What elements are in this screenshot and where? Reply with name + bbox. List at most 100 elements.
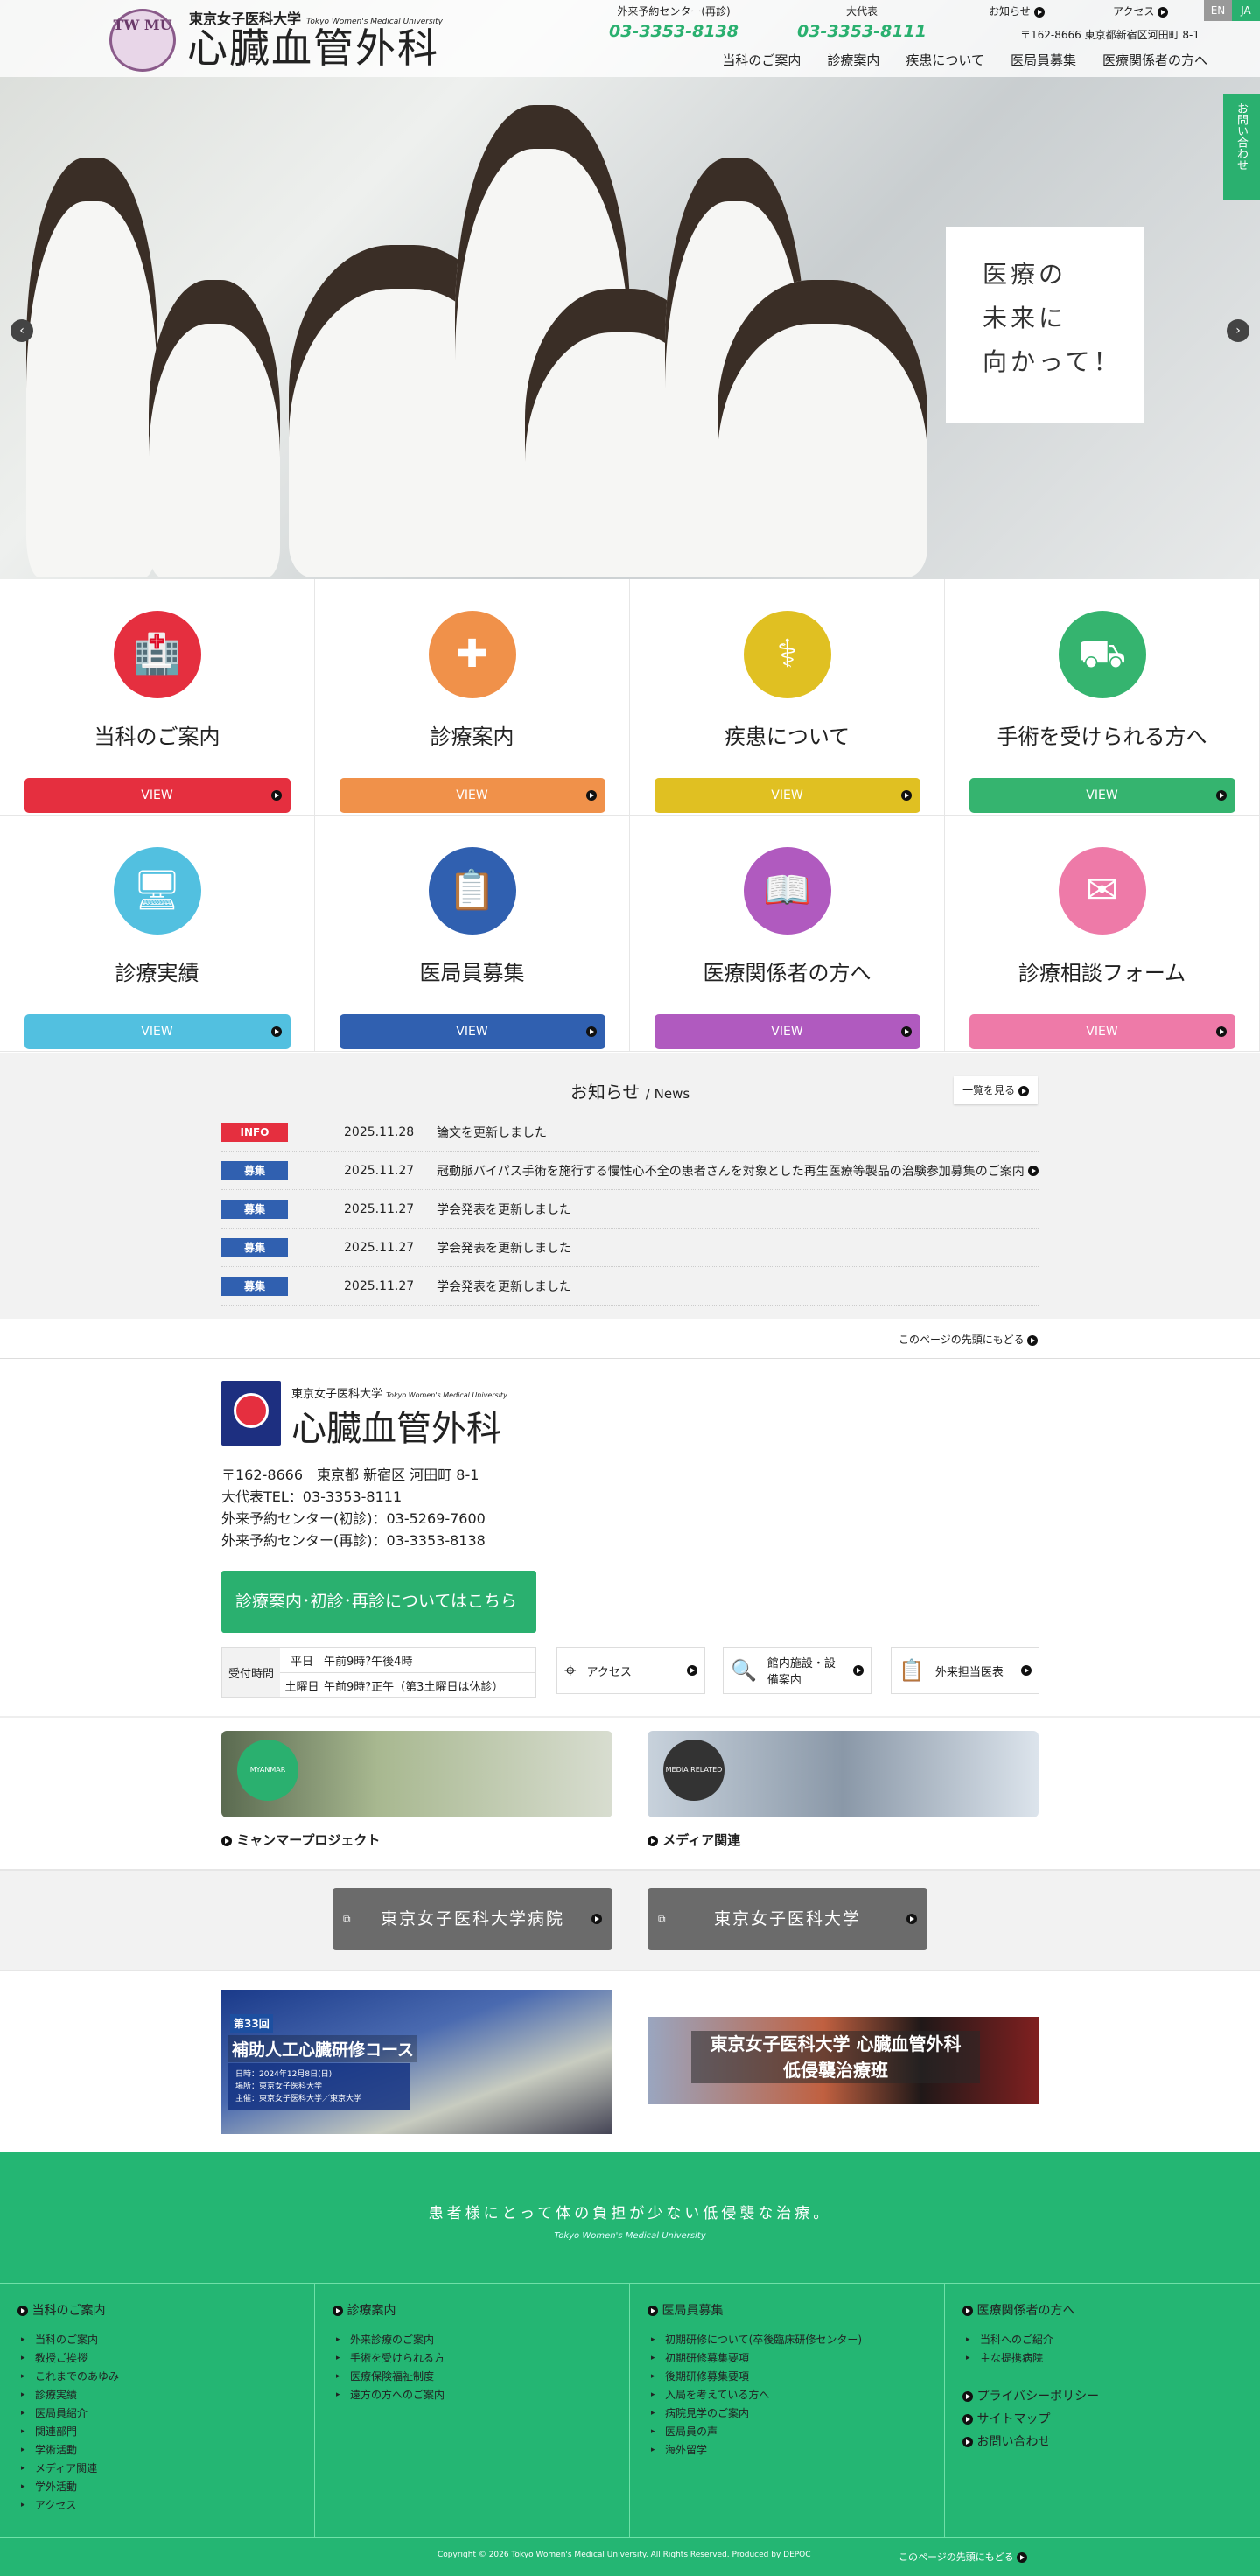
footer-link[interactable]: 学術活動 [18,2441,314,2460]
footer-column: 診療案内外来診療のご案内手術を受けられる方医療保険福祉制度遠方の方へのご案内 [315,2284,630,2538]
header-access-link[interactable]: アクセス [1113,4,1169,18]
nav-item[interactable]: 医療関係者の方へ [1102,51,1208,69]
hospital-link-button[interactable]: ⧉ 東京女子医科大学病院 [332,1888,612,1950]
contact-tel[interactable]: 03-3353-8138 [586,22,761,41]
slider-next-button[interactable]: › [1227,319,1250,342]
news-date: 2025.11.27 [344,1278,415,1293]
footer-link[interactable]: 初期研修募集要項 [648,2349,944,2368]
footer-link[interactable]: 病院見学のご案内 [648,2404,944,2423]
footer-link[interactable]: 外来診療のご案内 [332,2331,629,2349]
view-label: VIEW [141,788,173,802]
category-card[interactable]: 📖 医療関係者の方へ VIEW [630,816,945,1052]
footer-link[interactable]: 関連部門 [18,2423,314,2441]
view-button[interactable]: VIEW [969,1014,1236,1049]
myanmar-project-banner[interactable]: MYANMAR PROJECT [221,1731,612,1817]
view-button[interactable]: VIEW [969,778,1236,813]
view-button[interactable]: VIEW [654,778,920,813]
slider-prev-button[interactable]: ‹ [10,319,33,342]
footer-link[interactable]: 医局員紹介 [18,2404,314,2423]
footer-link[interactable]: メディア関連 [18,2460,314,2478]
contact-tab[interactable]: お問い合わせ [1223,94,1260,200]
back-to-top-link[interactable]: このページの先頭にもどる [899,1332,1039,1347]
news-item[interactable]: 募集 2025.11.27 学会発表を更新しました [221,1267,1039,1306]
footer-link[interactable]: 遠方の方へのご案内 [332,2386,629,2404]
arrow-icon [585,790,597,801]
footer-head-label: 当科のご案内 [32,2304,106,2318]
lang-en-button[interactable]: EN [1204,0,1232,21]
nav-item[interactable]: 医局員募集 [1011,51,1076,69]
footer-column: 医療関係者の方へ当科へのご紹介主な提携病院 プライバシーポリシー サイトマップ … [945,2284,1260,2538]
footer-column-head[interactable]: 当科のご案内 [18,2301,314,2319]
arrow-icon [900,1026,912,1037]
footer-column-head[interactable]: 医局員募集 [648,2301,944,2319]
header-address: 〒162-8666 東京都新宿区河田町 8-1 [1020,29,1200,41]
footer-link[interactable]: 当科のご案内 [18,2331,314,2349]
vad-course-banner[interactable]: 第33回 補助人工心臓研修コース 日時：2024年12月8日(日) 場所：東京女子… [221,1990,612,2134]
category-card[interactable]: ⚕ 疾患について VIEW [630,579,945,816]
news-item[interactable]: 募集 2025.11.27 学会発表を更新しました [221,1190,1039,1228]
contact-tel[interactable]: 03-3353-8111 [774,22,949,41]
view-button[interactable]: VIEW [339,778,606,813]
footer-link[interactable]: 当科へのご紹介 [962,2331,1260,2349]
footer-extra-link[interactable]: プライバシーポリシー [962,2385,1260,2408]
footer-back-to-top[interactable]: このページの先頭にもどる [899,2550,1028,2564]
heart-logo-icon [234,1393,269,1428]
nav-item[interactable]: 診療案内 [827,51,879,69]
more-label: 一覧を見る [962,1084,1016,1096]
hero-copy-line: 医療の [983,260,1068,289]
footer-link[interactable]: 後期研修募集要項 [648,2368,944,2386]
news-item[interactable]: 募集 2025.11.27 冠動脈バイパス手術を施行する慢性心不全の患者さんを対象と… [221,1152,1039,1190]
access-button[interactable]: ⌖ アクセス [556,1647,705,1694]
media-link[interactable]: メディア関連 [648,1830,740,1849]
footer-extra-link[interactable]: お問い合わせ [962,2431,1260,2454]
magnifier-icon: 🔍 [731,1658,757,1683]
nav-item[interactable]: 当科のご案内 [722,51,801,69]
consultation-guide-button[interactable]: 診療案内･初診･再診についてはこちら [221,1571,536,1670]
myanmar-link[interactable]: ミャンマープロジェクト [221,1830,380,1849]
footer-column-head[interactable]: 医療関係者の方へ [962,2301,1260,2319]
footer-link[interactable]: 初期研修について(卒後臨床研修センター) [648,2331,944,2349]
footer-link[interactable]: 海外留学 [648,2441,944,2460]
media-label: メディア関連 [662,1832,741,1848]
footer-extra-link[interactable]: サイトマップ [962,2408,1260,2431]
footer-link[interactable]: 主な提携病院 [962,2349,1260,2368]
card-title: 手術を受けられる方へ [997,724,1208,749]
news-more-button[interactable]: 一覧を見る [954,1076,1038,1104]
footer-link[interactable]: 診療実績 [18,2386,314,2404]
view-button[interactable]: VIEW [24,1014,290,1049]
global-nav: 当科のご案内 診療案内 疾患について 医局員募集 医療関係者の方へ [722,51,1208,69]
facilities-button[interactable]: 🔍 館内施設・設備案内 [723,1647,872,1694]
back-to-top-label: このページの先頭にもどる [899,2552,1014,2563]
minimally-invasive-team-banner[interactable]: 東京女子医科大学 心臓血管外科 低侵襲治療班 [648,2017,1039,2104]
category-card[interactable]: ✚ 診療案内 VIEW [315,579,630,816]
department-title[interactable]: 心臓血管外科 [187,24,439,72]
category-card[interactable]: 🖥 診療実績 VIEW [0,816,315,1052]
footer-link[interactable]: 学外活動 [18,2478,314,2496]
category-card[interactable]: 🏥 当科のご案内 VIEW [0,579,315,816]
footer-link[interactable]: 医局員の声 [648,2423,944,2441]
footer-link[interactable]: 教授ご挨拶 [18,2349,314,2368]
lang-ja-button[interactable]: JA [1232,0,1260,21]
news-item[interactable]: INFO 2025.11.28 論文を更新しました [221,1113,1039,1152]
nav-item[interactable]: 疾患について [906,51,984,69]
header-news-link[interactable]: お知らせ [989,4,1045,18]
category-card[interactable]: ⛟ 手術を受けられる方へ VIEW [945,579,1260,816]
view-button[interactable]: VIEW [654,1014,920,1049]
category-card[interactable]: 📋 医局員募集 VIEW [315,816,630,1052]
footer-link[interactable]: アクセス [18,2496,314,2515]
footer-link[interactable]: 入局を考えている方へ [648,2386,944,2404]
footer-link[interactable]: 医療保険福祉制度 [332,2368,629,2386]
news-item[interactable]: 募集 2025.11.27 学会発表を更新しました [221,1228,1039,1267]
category-card[interactable]: ✉ 診療相談フォーム VIEW [945,816,1260,1052]
university-link-button[interactable]: ⧉ 東京女子医科大学 [648,1888,928,1950]
view-button[interactable]: VIEW [339,1014,606,1049]
footer-column-head[interactable]: 診療案内 [332,2301,629,2319]
news-title-ja: お知らせ [570,1082,640,1102]
footer-link[interactable]: 手術を受けられる方 [332,2349,629,2368]
view-button[interactable]: VIEW [24,778,290,813]
footer-tagline: 患者様にとって体の負担が少ない低侵襲な治療。 [428,2205,832,2222]
media-banner[interactable]: MEDIA RELATED [648,1731,1039,1817]
outpatient-doctors-button[interactable]: 📋 外来担当医表 [891,1647,1040,1694]
university-seal-logo[interactable]: TW MU [109,9,176,72]
footer-link[interactable]: これまでのあゆみ [18,2368,314,2386]
